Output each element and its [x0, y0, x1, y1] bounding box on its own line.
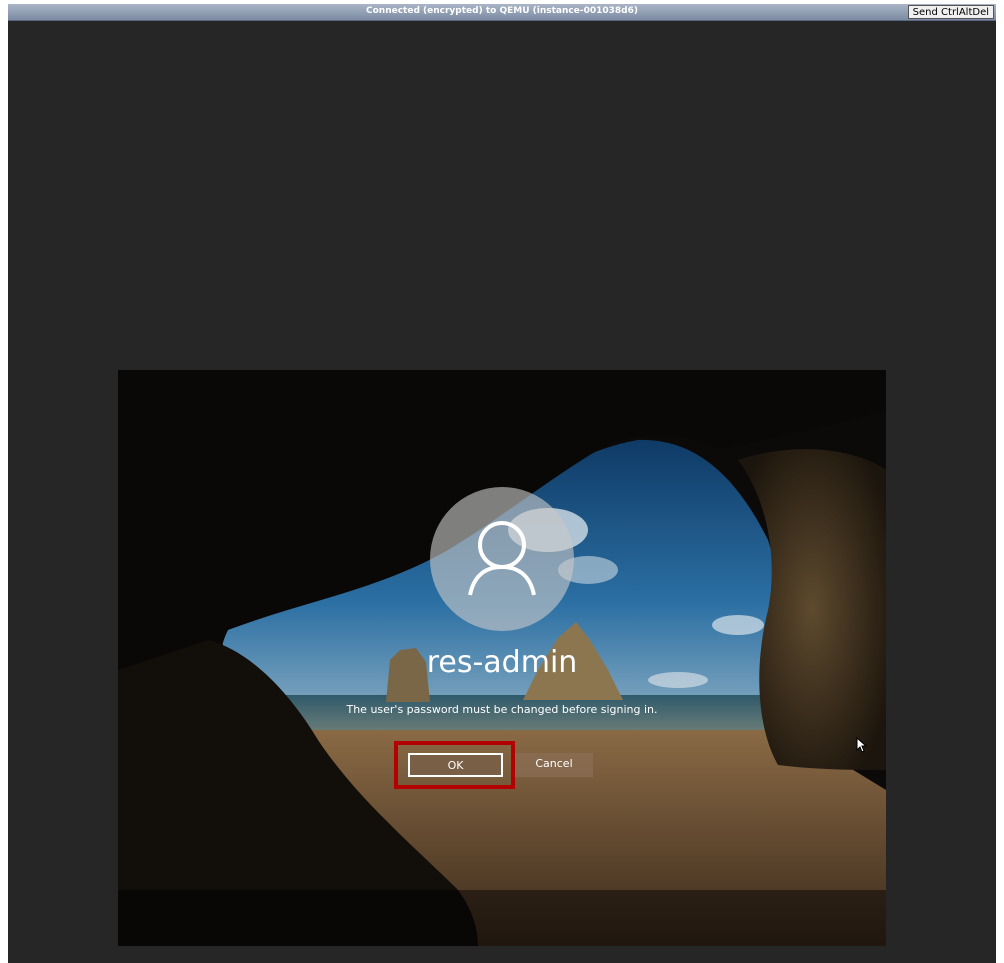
username: res-admin: [426, 645, 578, 680]
cancel-button[interactable]: Cancel: [515, 753, 593, 777]
ok-button[interactable]: OK: [408, 753, 503, 777]
remote-screen: res-admin The user's password must be ch…: [118, 370, 886, 946]
mouse-pointer-icon: [856, 737, 868, 753]
user-icon: [468, 521, 536, 596]
connection-status: Connected (encrypted) to QEMU (instance-…: [366, 6, 638, 16]
vnc-status-bar: Connected (encrypted) to QEMU (instance-…: [8, 4, 996, 21]
send-ctrl-alt-del-button[interactable]: Send CtrlAltDel: [907, 5, 994, 19]
password-change-message: The user's password must be changed befo…: [346, 703, 658, 716]
user-avatar: [430, 487, 574, 631]
